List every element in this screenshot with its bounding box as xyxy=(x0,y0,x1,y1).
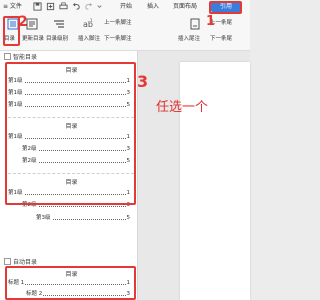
annotation-number-3: 3 xyxy=(137,72,149,91)
auto-toc-label: 自动目录 xyxy=(13,259,38,266)
insert-endnote-button[interactable]: 插入尾注 xyxy=(178,34,200,42)
annotation-number-2: 2 xyxy=(18,14,28,30)
tab-layout[interactable]: 页面布局 xyxy=(173,0,197,14)
endnote-icon[interactable] xyxy=(189,18,201,30)
tab-start[interactable]: 开始 xyxy=(120,0,132,14)
toc-level-icon[interactable] xyxy=(53,18,65,30)
annotation-box-toc-options xyxy=(5,62,136,205)
auto-toc-icon xyxy=(4,258,11,265)
next-footnote-button[interactable]: 下一条脚注 xyxy=(104,34,132,42)
prev-footnote-button[interactable]: 上一条脚注 xyxy=(104,18,132,26)
undo-icon[interactable] xyxy=(72,2,81,11)
export-icon[interactable] xyxy=(46,2,55,11)
save-icon[interactable] xyxy=(33,2,42,11)
update-toc-icon[interactable] xyxy=(26,18,38,30)
chevron-down-icon[interactable] xyxy=(95,2,104,11)
footnote-icon[interactable]: ab1 xyxy=(82,18,94,30)
tab-insert[interactable]: 插入 xyxy=(147,0,159,14)
annotation-box-reference-tab xyxy=(209,1,242,14)
toc-level-button[interactable]: 目录级别 xyxy=(46,34,68,42)
annotation-number-1: 1 xyxy=(206,14,216,29)
smart-toc-label: 智能目录 xyxy=(13,54,38,61)
insert-footnote-button[interactable]: 插入脚注 xyxy=(78,34,100,42)
file-menu[interactable]: ≡ 文件 xyxy=(3,0,22,14)
toc-row: 第3级 5 xyxy=(36,214,130,223)
auto-toc-header: 自动目录 xyxy=(4,257,37,266)
smart-toc-icon xyxy=(4,53,11,60)
annotation-pick-one: 任选一个 xyxy=(156,100,209,115)
redo-icon[interactable] xyxy=(84,2,93,11)
next-endnote-button[interactable]: 下一条尾 xyxy=(210,34,232,42)
update-toc-button[interactable]: 更新目录 xyxy=(22,34,44,42)
annotation-box-auto-toc xyxy=(5,266,136,300)
print-icon[interactable] xyxy=(59,2,68,11)
smart-toc-header: 智能目录 xyxy=(4,52,37,61)
